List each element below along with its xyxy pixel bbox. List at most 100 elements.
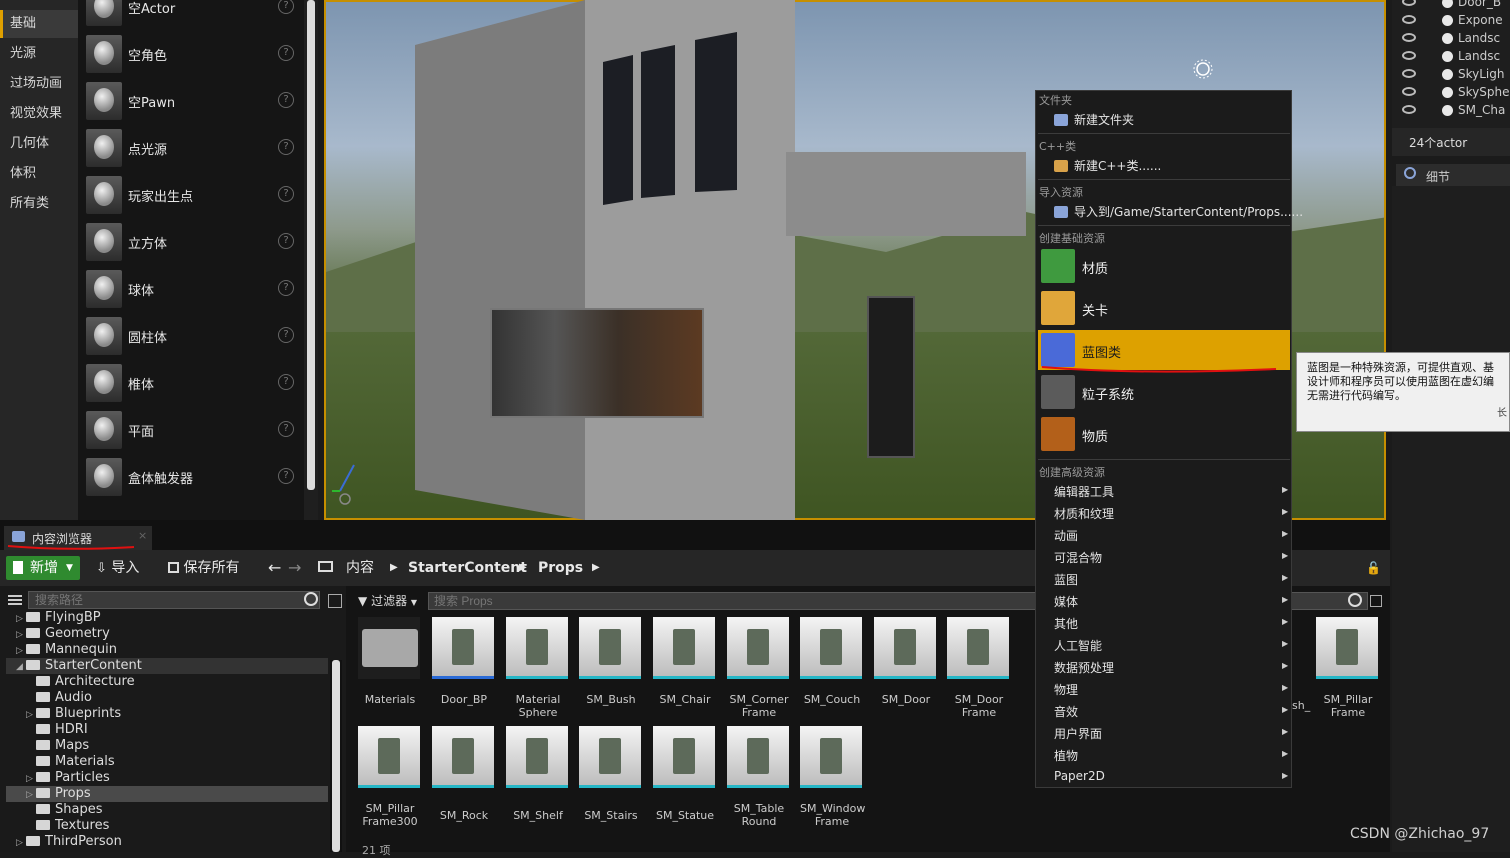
submenu-editor-utilities[interactable]: 编辑器工具 (1054, 483, 1114, 500)
category-all-classes[interactable]: 所有类 (0, 190, 78, 218)
breadcrumb-separator-icon[interactable]: ▶ (519, 556, 527, 580)
asset-tile[interactable]: SM_Pillar Frame300 (358, 726, 422, 828)
help-icon[interactable]: ? (278, 374, 294, 390)
asset-tile[interactable]: SM_Pillar Frame (1316, 617, 1380, 719)
menu-item-new-cpp-class[interactable]: 新建C++类...... (1054, 157, 1161, 174)
eye-icon[interactable] (1402, 33, 1416, 42)
asset-tile[interactable]: SM_Corner Frame (727, 617, 791, 719)
outliner-row[interactable]: SkySphe (1392, 84, 1510, 102)
category-lights[interactable]: 光源 (0, 40, 78, 68)
submenu-foliage[interactable]: 植物 (1054, 747, 1078, 764)
asset-tile[interactable]: SM_Window Frame (800, 726, 865, 828)
tree-node[interactable]: ▷ Particles (26, 770, 110, 786)
category-basic[interactable]: 基础 (0, 10, 78, 38)
tree-node-selected[interactable]: ▷ Props (6, 786, 328, 802)
submenu-sounds[interactable]: 音效 (1054, 703, 1078, 720)
submenu-animation[interactable]: 动画 (1054, 527, 1078, 544)
actor-item[interactable]: 空Pawn? (78, 78, 304, 124)
outliner-row[interactable]: Door_B (1392, 0, 1510, 12)
tree-node[interactable]: HDRI (36, 722, 88, 738)
actor-item[interactable]: 平面? (78, 407, 304, 453)
outliner-row[interactable]: SM_Cha (1392, 102, 1510, 120)
actor-item[interactable]: 点光源? (78, 125, 304, 171)
import-button[interactable]: ⇩ 导入 (96, 556, 139, 580)
menu-item-substance[interactable]: 物质 (1038, 414, 1290, 454)
help-icon[interactable]: ? (278, 421, 294, 437)
help-icon[interactable]: ? (278, 468, 294, 484)
submenu-materials-textures[interactable]: 材质和纹理 (1054, 505, 1114, 522)
menu-item-material[interactable]: 材质 (1038, 246, 1290, 286)
eye-icon[interactable] (1402, 69, 1416, 78)
tree-node[interactable]: Maps (36, 738, 89, 754)
expand-arrow-icon[interactable]: ▷ (26, 771, 34, 787)
asset-tile[interactable]: SM_Door Frame (947, 617, 1011, 719)
help-icon[interactable]: ? (278, 139, 294, 155)
eye-icon[interactable] (1402, 87, 1416, 96)
menu-item-import-to[interactable]: 导入到/Game/StarterContent/Props...... (1054, 203, 1303, 220)
path-search-input[interactable] (28, 591, 320, 609)
tree-node[interactable]: ◢ StarterContent (6, 658, 328, 674)
eye-icon[interactable] (1402, 51, 1416, 60)
actor-item[interactable]: 空角色? (78, 31, 304, 77)
help-icon[interactable]: ? (278, 327, 294, 343)
actor-item[interactable]: 空Actor? (78, 0, 304, 30)
menu-item-new-folder[interactable]: 新建文件夹 (1054, 111, 1134, 128)
actor-item[interactable]: 椎体? (78, 360, 304, 406)
tree-node[interactable]: ▷ Mannequin (16, 642, 117, 658)
menu-item-level[interactable]: 关卡 (1038, 288, 1290, 328)
submenu-user-interface[interactable]: 用户界面 (1054, 725, 1102, 742)
sun-icon[interactable] (1192, 58, 1214, 80)
asset-tile[interactable]: Materials (358, 617, 422, 706)
menu-item-particle-system[interactable]: 粒子系统 (1038, 372, 1290, 412)
asset-tile[interactable]: Material Sphere (506, 617, 570, 719)
category-cinematic[interactable]: 过场动画 (0, 70, 78, 98)
expand-arrow-icon[interactable]: ▷ (16, 643, 24, 659)
breadcrumb-separator-icon[interactable]: ▶ (390, 556, 398, 580)
tree-toggle-icon[interactable] (8, 593, 24, 607)
asset-tile[interactable]: SM_Rock (432, 726, 496, 822)
breadcrumb-separator-icon[interactable]: ▶ (592, 556, 600, 580)
tree-node[interactable]: ▷ FlyingBP (16, 610, 101, 626)
submenu-paper2d[interactable]: Paper2D (1054, 769, 1105, 783)
asset-tile[interactable]: SM_Chair (653, 617, 717, 706)
scrollbar-thumb[interactable] (332, 660, 340, 852)
tree-node[interactable]: Materials (36, 754, 115, 770)
tree-node[interactable]: Shapes (36, 802, 102, 818)
tree-scrollbar[interactable] (330, 660, 342, 852)
breadcrumb-startercontent[interactable]: StarterContent (408, 556, 527, 580)
help-icon[interactable]: ? (278, 280, 294, 296)
submenu-physics[interactable]: 物理 (1054, 681, 1078, 698)
history-back-button[interactable]: ← (268, 556, 281, 580)
filter-button[interactable]: ▼ 过滤器 ▼ (358, 592, 422, 610)
actor-item[interactable]: 圆柱体? (78, 313, 304, 359)
submenu-blendables[interactable]: 可混合物 (1054, 549, 1102, 566)
actors-scrollbar[interactable] (304, 0, 318, 520)
expand-arrow-icon[interactable]: ▷ (26, 707, 34, 723)
breadcrumb-props[interactable]: Props (538, 556, 583, 580)
actor-item[interactable]: 玩家出生点? (78, 172, 304, 218)
submenu-blueprints[interactable]: 蓝图 (1054, 571, 1078, 588)
asset-tile[interactable]: Door_BP (432, 617, 496, 706)
submenu-ai[interactable]: 人工智能 (1054, 637, 1102, 654)
history-forward-button[interactable]: → (288, 556, 301, 580)
tab-details[interactable]: 细节 (1396, 164, 1510, 186)
eye-icon[interactable] (1402, 0, 1416, 6)
submenu-miscellaneous[interactable]: 其他 (1054, 615, 1078, 632)
expand-arrow-icon[interactable]: ◢ (16, 659, 24, 675)
help-icon[interactable]: ? (278, 0, 294, 14)
help-icon[interactable]: ? (278, 233, 294, 249)
actor-item[interactable]: 盒体触发器? (78, 454, 304, 500)
category-geometry[interactable]: 几何体 (0, 130, 78, 158)
category-visual-effects[interactable]: 视觉效果 (0, 100, 78, 128)
save-all-button[interactable]: 保存所有 (168, 556, 239, 580)
outliner-row[interactable]: Landsc (1392, 30, 1510, 48)
lock-icon[interactable]: 🔓 (1366, 556, 1381, 580)
asset-tile[interactable]: SM_Door (874, 617, 938, 706)
outliner-row[interactable]: Expone (1392, 12, 1510, 30)
tree-node[interactable]: Textures (36, 818, 109, 834)
asset-tile[interactable]: SM_Bush (579, 617, 643, 706)
outliner-row[interactable]: Landsc (1392, 48, 1510, 66)
help-icon[interactable]: ? (278, 92, 294, 108)
expand-arrow-icon[interactable]: ▷ (16, 627, 24, 643)
submenu-data-preprocessing[interactable]: 数据预处理 (1054, 659, 1114, 676)
